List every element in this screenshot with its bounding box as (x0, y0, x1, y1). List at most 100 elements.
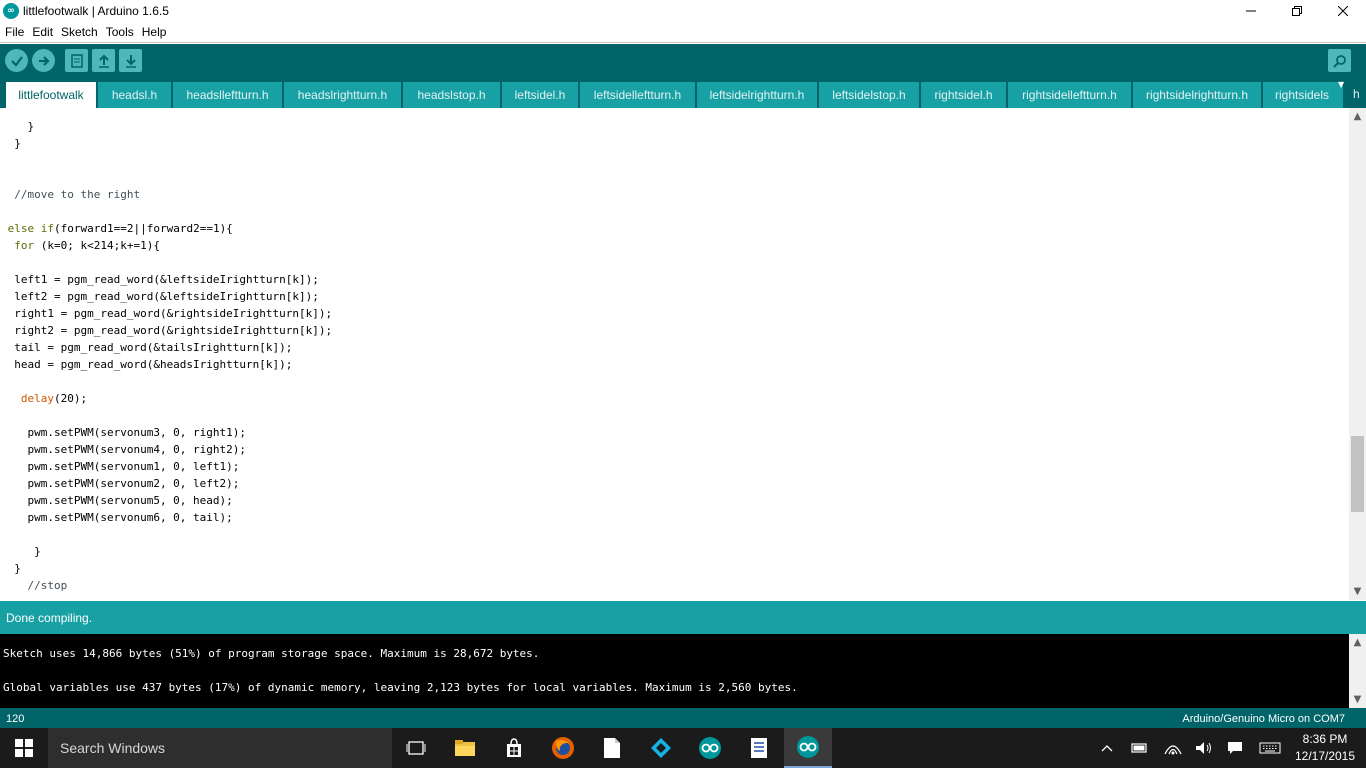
notepad-button[interactable] (735, 728, 783, 768)
code-line: pwm.setPWM(servonum4, 0, right2); (1, 443, 247, 456)
arduino-active-icon (797, 736, 819, 758)
tab-littlefootwalk[interactable]: littlefootwalk (6, 82, 96, 108)
title-bar: ∞ littlefootwalk | Arduino 1.6.5 (0, 0, 1366, 22)
verify-button[interactable] (5, 49, 28, 72)
volume-icon (1196, 742, 1211, 754)
toolbar (0, 44, 1366, 78)
open-icon (98, 54, 109, 68)
open-button[interactable] (92, 49, 115, 72)
store-icon (507, 738, 521, 757)
code-line: left2 = pgm_read_word(&leftsideIrighttur… (1, 290, 319, 303)
search-placeholder: Search Windows (60, 740, 166, 756)
code-line: else if(forward1==2||forward2==1){ (7, 222, 233, 235)
code-line: } (1, 120, 35, 133)
tab-leftsidelleftturn[interactable]: leftsidelleftturn.h (580, 82, 695, 108)
chevron-down-icon: ▼ (1338, 80, 1345, 89)
new-button[interactable] (65, 49, 88, 72)
menu-tools[interactable]: Tools (102, 25, 138, 39)
save-button[interactable] (119, 49, 142, 72)
arduino-infinity-icon: ∞ (3, 3, 19, 19)
store-button[interactable] (490, 728, 538, 768)
action-center-button[interactable] (1224, 728, 1246, 768)
bottom-bar: 120 Arduino/Genuino Micro on COM7 (0, 708, 1366, 730)
tab-rightsidels[interactable]: rightsidels (1263, 82, 1343, 108)
wifi-button[interactable] (1162, 728, 1184, 768)
line-number: 120 (6, 713, 25, 725)
file-explorer-button[interactable] (441, 728, 489, 768)
serial-monitor-button[interactable] (1328, 49, 1351, 72)
chevron-up-icon (1101, 745, 1113, 752)
tab-rightsidels-label: rightsidels (1275, 88, 1330, 102)
task-view-button[interactable] (392, 728, 440, 768)
console-scroll-down-icon[interactable]: ▼ (1349, 691, 1366, 708)
console-scrollbar[interactable]: ▲ ▼ (1349, 634, 1366, 708)
battery-icon (1131, 743, 1147, 753)
tab-rightsidelrightturn[interactable]: rightsidelrightturn.h (1133, 82, 1261, 108)
document-icon (604, 738, 620, 758)
board-port: Arduino/Genuino Micro on COM7 (1182, 713, 1345, 725)
serial-monitor-icon (1332, 54, 1346, 68)
message-icon (1228, 742, 1242, 754)
code-editor[interactable]: } } //move to the right else if(forward1… (0, 108, 1366, 600)
upload-button[interactable] (32, 49, 55, 72)
tab-headslstop[interactable]: headslstop.h (403, 82, 500, 108)
kodi-button[interactable] (637, 728, 685, 768)
editor-scrollbar[interactable]: ▲ ▼ (1349, 108, 1366, 600)
keyboard-button[interactable] (1256, 728, 1284, 768)
code-line: //stop (1, 579, 68, 592)
tab-headslleftturn[interactable]: headslleftturn.h (173, 82, 282, 108)
code-line: left1 = pgm_read_word(&leftsideIrighttur… (1, 273, 319, 286)
code-line: } (1, 562, 21, 575)
wifi-icon (1164, 745, 1182, 755)
menu-file[interactable]: File (1, 25, 28, 39)
scrollbar-thumb[interactable] (1351, 436, 1364, 512)
windows-logo-icon (15, 739, 33, 757)
code-line: } (1, 545, 41, 558)
arduino-button[interactable] (686, 728, 734, 768)
code-line: pwm.setPWM(servonum3, 0, right1); (1, 426, 247, 439)
console-scroll-up-icon[interactable]: ▲ (1349, 634, 1366, 651)
code-line: tail = pgm_read_word(&tailsIrightturn[k]… (1, 341, 293, 354)
code-line: pwm.setPWM(servonum1, 0, left1); (1, 460, 240, 473)
menu-help[interactable]: Help (138, 25, 171, 39)
code-line: //move to the right (1, 188, 141, 201)
search-box[interactable]: Search Windows (48, 728, 392, 768)
code-line: for (k=0; k<214;k+=1){ (14, 239, 160, 252)
taskbar: Search Windows 8:36 PM 12/17/2015 (0, 728, 1366, 768)
tab-leftsidelstop[interactable]: leftsidelstop.h (819, 82, 919, 108)
notepad-icon (751, 738, 767, 758)
clock[interactable]: 8:36 PM 12/17/2015 (1290, 731, 1360, 765)
close-button[interactable] (1320, 0, 1366, 22)
arduino-active-button[interactable] (784, 728, 832, 768)
console-output: Sketch uses 14,866 bytes (51%) of progra… (0, 634, 1366, 708)
volume-button[interactable] (1193, 728, 1215, 768)
tab-headsl[interactable]: headsl.h (98, 82, 171, 108)
show-hidden-icons-button[interactable] (1098, 728, 1116, 768)
restore-button[interactable] (1274, 0, 1320, 22)
scroll-up-icon[interactable]: ▲ (1349, 108, 1366, 125)
console-line: Global variables use 437 bytes (17%) of … (3, 681, 798, 694)
firefox-button[interactable] (539, 728, 587, 768)
verify-icon (10, 55, 23, 67)
tab-leftsidel[interactable]: leftsidel.h (502, 82, 578, 108)
window-title: littlefootwalk | Arduino 1.6.5 (23, 4, 169, 18)
tab-leftsidelrightturn[interactable]: leftsidelrightturn.h (697, 82, 817, 108)
code-line: right2 = pgm_read_word(&rightsideIrightt… (1, 324, 333, 337)
tab-headslrightturn[interactable]: headslrightturn.h (284, 82, 401, 108)
tab-menu-button[interactable]: ▼ h (1332, 80, 1360, 108)
tab-rightsidelleftturn[interactable]: rightsidelleftturn.h (1008, 82, 1131, 108)
new-icon (70, 53, 83, 68)
menu-edit[interactable]: Edit (28, 25, 57, 39)
scroll-down-icon[interactable]: ▼ (1349, 583, 1366, 600)
battery-button[interactable] (1128, 728, 1150, 768)
minimize-button[interactable] (1228, 0, 1274, 22)
clock-date: 12/17/2015 (1294, 749, 1356, 763)
status-message: Done compiling. (6, 611, 93, 625)
menu-sketch[interactable]: Sketch (57, 25, 102, 39)
start-button[interactable] (0, 728, 48, 768)
clock-time: 8:36 PM (1302, 732, 1348, 746)
tab-rightsidel[interactable]: rightsidel.h (921, 82, 1006, 108)
document-button[interactable] (588, 728, 636, 768)
status-bar: Done compiling. (0, 601, 1366, 634)
arduino-icon (699, 737, 721, 759)
